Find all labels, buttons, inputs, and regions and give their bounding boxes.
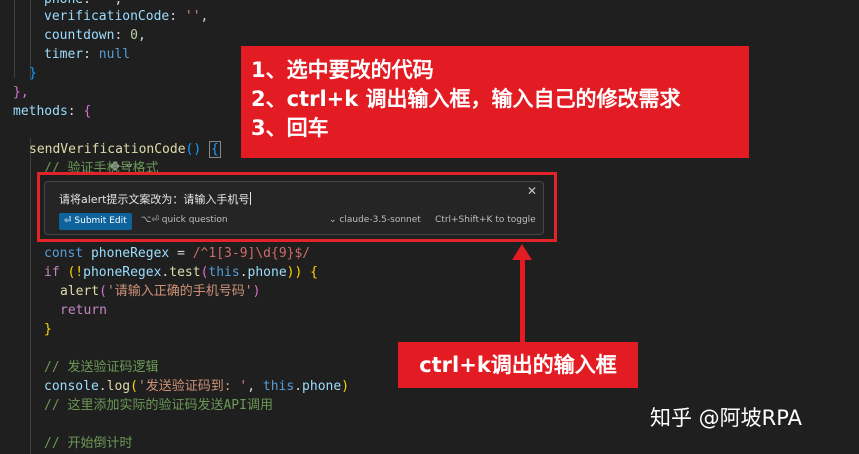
arrow-label: ctrl+k调出的输入框: [398, 342, 638, 388]
watermark: 知乎 @阿坡RPA: [650, 406, 802, 430]
code-line: console.log('发送验证码到: ', this.phone): [44, 379, 350, 394]
code-line: return: [60, 303, 107, 318]
highlight-box: [37, 172, 557, 242]
code-line: if (!phoneRegex.test(this.phone)) {: [44, 265, 318, 280]
step-1: 1、选中要改的代码: [251, 58, 434, 82]
arrow-shaft: [520, 258, 525, 342]
steps-callout: 1、选中要改的代码 2、ctrl+k 调出输入框，输入自己的修改需求 3、回车: [241, 46, 749, 158]
code-line: sendVerificationCode() {: [29, 141, 221, 158]
code-line: // 发送验证码逻辑: [44, 360, 159, 375]
step-2: 2、ctrl+k 调出输入框，输入自己的修改需求: [251, 87, 681, 111]
code-line: methods: {: [13, 104, 92, 119]
code-line: }: [44, 322, 52, 337]
code-line: }: [29, 66, 37, 81]
code-line: [30, 121, 136, 171]
indent-guide: [14, 0, 15, 78]
code-line: const phoneRegex = /^1[3-9]\d{9}$/: [44, 246, 311, 261]
step-3: 3、回车: [251, 116, 329, 140]
code-line: },: [13, 85, 29, 100]
code-line: verificationCode: '',: [44, 9, 209, 24]
code-line: // 开始倒计时: [44, 436, 133, 451]
code-line: timer: null: [44, 47, 131, 62]
code-line: countdown: 0,: [44, 28, 146, 43]
code-line: alert('请输入正确的手机号码'): [60, 284, 261, 299]
code-line: // 这里添加实际的验证码发送API调用: [44, 398, 273, 413]
